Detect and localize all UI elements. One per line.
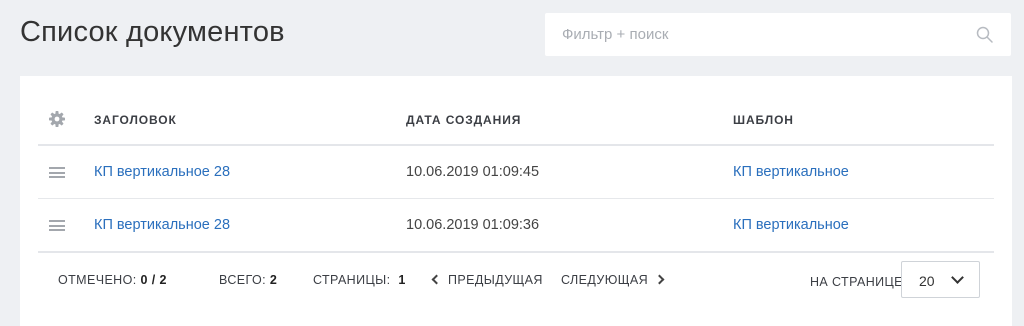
marked-value: 0 / 2: [140, 273, 167, 287]
total-count: ВСЕГО: 2: [219, 273, 277, 287]
marked-label: ОТМЕЧЕНО:: [58, 273, 137, 287]
column-header-title[interactable]: ЗАГОЛОВОК: [94, 113, 177, 127]
table-header: ЗАГОЛОВОК ДАТА СОЗДАНИЯ ШАБЛОН: [20, 76, 1012, 144]
documents-panel: ЗАГОЛОВОК ДАТА СОЗДАНИЯ ШАБЛОН КП вертик…: [20, 76, 1012, 326]
drag-handle-icon[interactable]: [49, 220, 65, 231]
chevron-right-icon: [654, 274, 665, 285]
gear-icon[interactable]: [48, 110, 66, 128]
total-value: 2: [269, 273, 278, 287]
next-page-button[interactable]: СЛЕДУЮЩАЯ: [561, 273, 665, 287]
template-link[interactable]: КП вертикальное: [733, 164, 849, 180]
table-bottom-divider: [38, 251, 994, 253]
pages-info: СТРАНИЦЫ: 1: [313, 273, 406, 287]
pages-value[interactable]: 1: [398, 273, 405, 287]
per-page-value: 20: [919, 273, 935, 289]
pages-label: СТРАНИЦЫ:: [313, 273, 391, 287]
document-title-link[interactable]: КП вертикальное 28: [94, 164, 230, 180]
table-row: КП вертикальное 28 10.06.2019 01:09:36 К…: [20, 199, 1012, 251]
chevron-left-icon: [431, 274, 442, 285]
column-header-created[interactable]: ДАТА СОЗДАНИЯ: [406, 113, 521, 127]
document-title-link[interactable]: КП вертикальное 28: [94, 217, 230, 233]
page-title: Список документов: [20, 16, 285, 48]
per-page-select[interactable]: 20: [901, 261, 980, 298]
created-date: 10.06.2019 01:09:45: [406, 164, 540, 180]
next-page-label: СЛЕДУЮЩАЯ: [561, 273, 649, 287]
search-icon[interactable]: [976, 26, 993, 43]
search-box[interactable]: [545, 13, 1011, 56]
table-footer: ОТМЕЧЕНО: 0 / 2 ВСЕГО: 2 СТРАНИЦЫ: 1 ПРЕ…: [20, 260, 1012, 310]
created-date: 10.06.2019 01:09:36: [406, 217, 540, 233]
drag-handle-icon[interactable]: [49, 167, 65, 178]
search-input[interactable]: [545, 13, 965, 56]
prev-page-label: ПРЕДЫДУЩАЯ: [448, 273, 543, 287]
column-header-template[interactable]: ШАБЛОН: [733, 113, 794, 127]
table-row: КП вертикальное 28 10.06.2019 01:09:45 К…: [20, 146, 1012, 198]
marked-count: ОТМЕЧЕНО: 0 / 2: [58, 273, 167, 287]
total-label: ВСЕГО:: [219, 273, 266, 287]
per-page-label: НА СТРАНИЦЕ:: [810, 275, 907, 289]
template-link[interactable]: КП вертикальное: [733, 217, 849, 233]
prev-page-button[interactable]: ПРЕДЫДУЩАЯ: [431, 273, 543, 287]
chevron-down-icon: [951, 271, 964, 284]
